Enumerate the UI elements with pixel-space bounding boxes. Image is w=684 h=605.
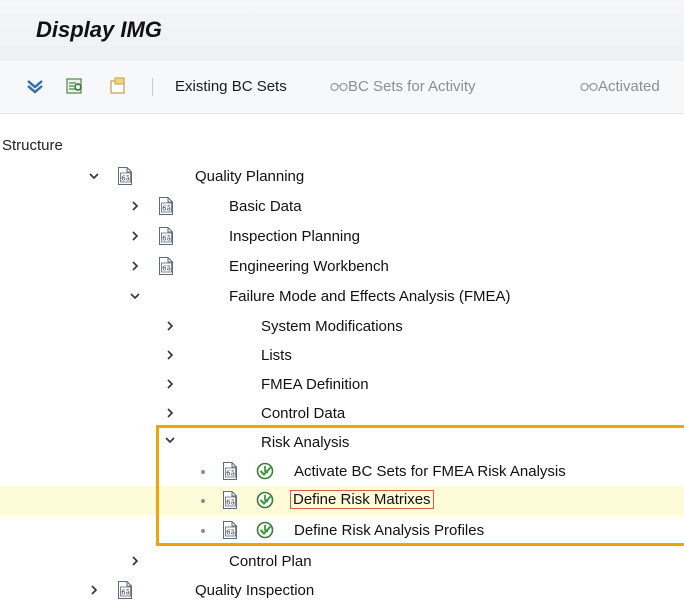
tree-node-label[interactable]: Quality Planning — [195, 168, 304, 185]
document-folder-icon[interactable] — [109, 77, 127, 95]
tree-node-label[interactable]: Quality Inspection — [195, 582, 314, 599]
find-icon[interactable] — [66, 77, 84, 95]
document-icon — [158, 257, 174, 275]
tree-node-control-data[interactable]: Control Data — [0, 399, 684, 428]
bc-sets-for-activity-button[interactable]: BC Sets for Activity — [348, 78, 476, 95]
activated-bc-sets-button[interactable]: Activated — [598, 78, 660, 95]
tree-node-system-modifications[interactable]: System Modifications — [0, 312, 684, 341]
tree-node-inspection-planning[interactable]: Inspection Planning — [0, 222, 684, 251]
page-title: Display IMG — [36, 17, 162, 42]
annotation-highlight-frame — [156, 425, 684, 546]
glasses-icon — [580, 82, 598, 92]
toolbar-separator — [152, 78, 153, 96]
chevron-right-icon[interactable] — [164, 349, 176, 361]
title-bar: Display IMG — [0, 0, 684, 61]
tree-node-label[interactable]: System Modifications — [261, 318, 403, 335]
chevron-right-icon[interactable] — [129, 200, 141, 212]
tree-node-fmea-definition[interactable]: FMEA Definition — [0, 370, 684, 399]
toolbar: Existing BC Sets BC Sets for Activity Ac… — [0, 61, 684, 114]
tree-node-label[interactable]: FMEA Definition — [261, 376, 369, 393]
tree-node-basic-data[interactable]: Basic Data — [0, 192, 684, 221]
tree-node-lists[interactable]: Lists — [0, 341, 684, 370]
tree-node-control-plan[interactable]: Control Plan — [0, 547, 684, 576]
expand-all-icon[interactable] — [26, 77, 44, 95]
document-icon — [158, 197, 174, 215]
tree-node-fmea[interactable]: Failure Mode and Effects Analysis (FMEA) — [0, 282, 684, 311]
chevron-down-icon[interactable] — [129, 290, 141, 302]
tree-node-label[interactable]: Control Plan — [229, 553, 312, 570]
chevron-right-icon[interactable] — [164, 320, 176, 332]
tree-node-label[interactable]: Engineering Workbench — [229, 258, 389, 275]
tree-node-engineering-workbench[interactable]: Engineering Workbench — [0, 252, 684, 281]
document-icon — [117, 167, 133, 185]
tree-node-quality-planning[interactable]: Quality Planning — [0, 162, 684, 191]
tree-node-label[interactable]: Lists — [261, 347, 292, 364]
chevron-right-icon[interactable] — [129, 230, 141, 242]
tree-node-label[interactable]: Basic Data — [229, 198, 302, 215]
structure-header: Structure — [2, 137, 63, 154]
chevron-down-icon[interactable] — [88, 170, 100, 182]
existing-bc-sets-button[interactable]: Existing BC Sets — [175, 78, 287, 95]
chevron-right-icon[interactable] — [129, 555, 141, 567]
tree-node-quality-inspection[interactable]: Quality Inspection — [0, 576, 684, 605]
tree-node-label[interactable]: Control Data — [261, 405, 345, 422]
document-icon — [117, 581, 133, 599]
chevron-right-icon[interactable] — [129, 260, 141, 272]
tree-node-label[interactable]: Inspection Planning — [229, 228, 360, 245]
chevron-right-icon[interactable] — [164, 407, 176, 419]
tree-node-label[interactable]: Failure Mode and Effects Analysis (FMEA) — [229, 288, 511, 305]
chevron-right-icon[interactable] — [88, 584, 100, 596]
chevron-right-icon[interactable] — [164, 378, 176, 390]
glasses-icon — [330, 82, 348, 92]
document-icon — [158, 227, 174, 245]
